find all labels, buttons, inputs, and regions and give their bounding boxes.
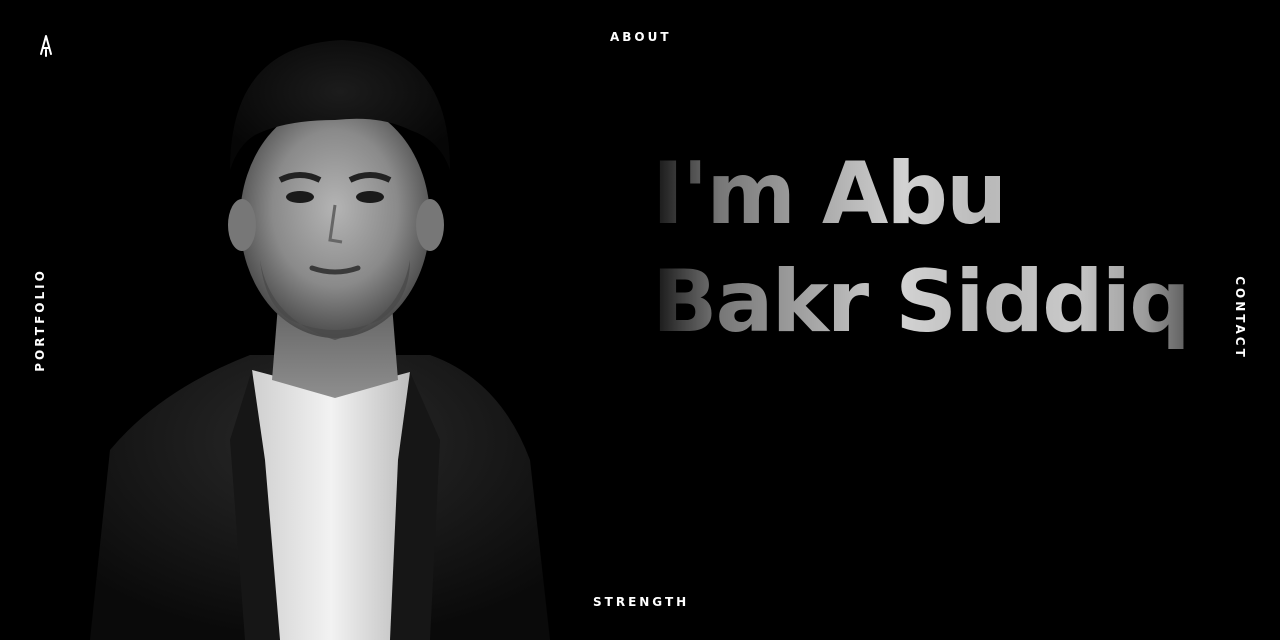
hero-heading-line-2: Bakr Siddiq bbox=[652, 252, 1189, 350]
hero-heading: I'm Abu Bakr Siddiq bbox=[652, 140, 1212, 350]
nav-contact-link[interactable]: CONTACT bbox=[1233, 276, 1247, 360]
logo-icon[interactable] bbox=[38, 34, 54, 58]
portrait-photo bbox=[90, 40, 550, 640]
nav-about-link[interactable]: ABOUT bbox=[610, 30, 672, 44]
hero-heading-line-1: I'm Abu bbox=[652, 144, 1006, 244]
nav-portfolio-link[interactable]: PORTFOLIO bbox=[33, 268, 47, 372]
nav-strength-link[interactable]: STRENGTH bbox=[593, 595, 689, 609]
